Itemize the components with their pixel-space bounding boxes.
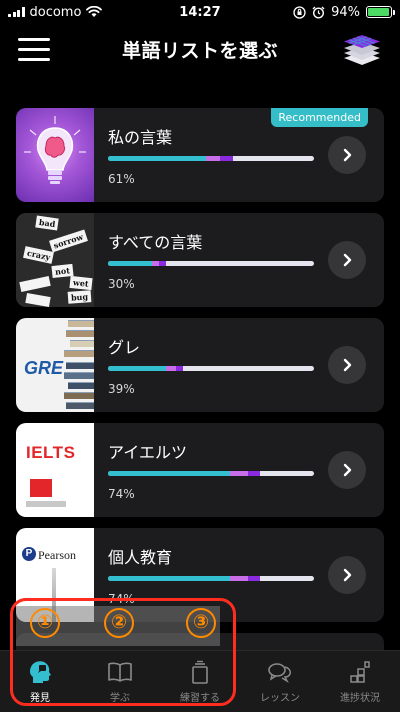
- chevron-right-icon[interactable]: [328, 346, 366, 384]
- status-left: docomo: [8, 4, 103, 20]
- tab-learn[interactable]: 学ぶ: [80, 651, 160, 712]
- battery-level: [368, 8, 389, 16]
- tab-progress[interactable]: 進捗状況: [320, 651, 400, 712]
- tab-label: 発見: [30, 693, 50, 704]
- list-title: 私の言葉: [108, 128, 173, 147]
- tab-lessons[interactable]: レッスン: [240, 651, 320, 712]
- signal-icon: [8, 7, 25, 17]
- card-body: アイエルツ 74%: [94, 423, 384, 517]
- progress-percent: 74%: [108, 592, 135, 606]
- word-chip-blank: [19, 275, 51, 293]
- chevron-right-icon[interactable]: [328, 556, 366, 594]
- book-icon: [106, 659, 134, 685]
- word-chip: bug: [67, 290, 92, 304]
- progress-percent: 30%: [108, 277, 135, 291]
- discover-head-icon: [26, 659, 54, 685]
- tab-bar: 発見 学ぶ 練習する レッスン 進捗状況: [0, 650, 400, 712]
- ielts-thumbnail: IELTS: [16, 423, 94, 517]
- card-body: すべての言葉 30%: [94, 213, 384, 307]
- list-title: グレ: [108, 338, 141, 357]
- list-card-gre[interactable]: GRE グレ 39%: [16, 318, 384, 412]
- word-chips-thumbnail: bad sorrow crazy not wet bug: [16, 213, 94, 307]
- progress-percent: 61%: [108, 172, 135, 186]
- progress-bar: [108, 576, 314, 581]
- gre-logo-text: GRE: [24, 358, 64, 378]
- progress-bar: [108, 471, 314, 476]
- progress-percent: 39%: [108, 382, 135, 396]
- header: 単語リストを選ぶ: [0, 26, 400, 72]
- pearson-logo-text: Pearson: [38, 548, 76, 562]
- orientation-lock-icon: [293, 5, 306, 19]
- progress-bar: [108, 366, 314, 371]
- card-body: グレ 39%: [94, 318, 384, 412]
- progress-bar: [108, 156, 314, 161]
- word-chip: sorrow: [49, 229, 88, 253]
- alarm-icon: [312, 6, 325, 19]
- word-chip: crazy: [23, 246, 55, 264]
- ielts-logo-text: IELTS: [26, 443, 76, 462]
- progress-bar: [108, 261, 314, 266]
- progress-percent: 74%: [108, 487, 135, 501]
- brain-bulb-thumbnail: [16, 108, 94, 202]
- tab-practice[interactable]: 練習する: [160, 651, 240, 712]
- tab-label: 学ぶ: [110, 693, 130, 704]
- list-title: アイエルツ: [108, 443, 188, 462]
- status-right: 94%: [293, 4, 395, 20]
- list-title: 個人教育: [108, 548, 173, 567]
- word-chip: wet: [69, 275, 93, 291]
- books-stack-icon: [64, 318, 94, 412]
- tab-label: 進捗状況: [340, 693, 380, 704]
- battery-percent: 94%: [331, 4, 360, 20]
- pearson-logo-icon: P: [22, 547, 36, 561]
- ielts-flag-icon: [30, 479, 52, 497]
- list-card-my-words[interactable]: 私の言葉 61% Recommended: [16, 108, 384, 202]
- chevron-right-icon[interactable]: [328, 241, 366, 279]
- tab-label: 練習する: [180, 693, 220, 704]
- annotation-number: ①: [30, 608, 60, 638]
- battery-icon: [366, 6, 395, 18]
- chevron-right-icon[interactable]: [328, 451, 366, 489]
- practice-card-icon: [186, 659, 214, 685]
- chat-bubbles-icon: [266, 659, 294, 685]
- word-chip-blank: [25, 292, 51, 307]
- gre-thumbnail: GRE: [16, 318, 94, 412]
- brain-bulb-icon: [24, 116, 86, 184]
- chevron-right-icon[interactable]: [328, 136, 366, 174]
- annotation-number: ②: [104, 608, 134, 638]
- page-title: 単語リストを選ぶ: [121, 40, 278, 62]
- tab-discover[interactable]: 発見: [0, 651, 80, 712]
- card-body: 私の言葉 61% Recommended: [94, 108, 384, 202]
- word-list: 私の言葉 61% Recommended bad sorrow crazy no…: [16, 108, 384, 674]
- layers-stack-icon[interactable]: [342, 32, 382, 68]
- list-title: すべての言葉: [108, 233, 203, 252]
- list-card-all-words[interactable]: bad sorrow crazy not wet bug すべての言葉 30%: [16, 213, 384, 307]
- recommended-badge: Recommended: [271, 108, 368, 127]
- annotation-number: ③: [186, 608, 216, 638]
- word-chip: bad: [35, 215, 60, 231]
- status-bar: docomo 14:27 94%: [0, 0, 400, 24]
- tab-label: レッスン: [260, 693, 300, 704]
- progress-blocks-icon: [346, 659, 374, 685]
- carrier-name: docomo: [29, 4, 82, 20]
- ielts-footer-bar: [26, 501, 66, 507]
- list-card-ielts[interactable]: IELTS アイエルツ 74%: [16, 423, 384, 517]
- wifi-icon: [86, 6, 103, 17]
